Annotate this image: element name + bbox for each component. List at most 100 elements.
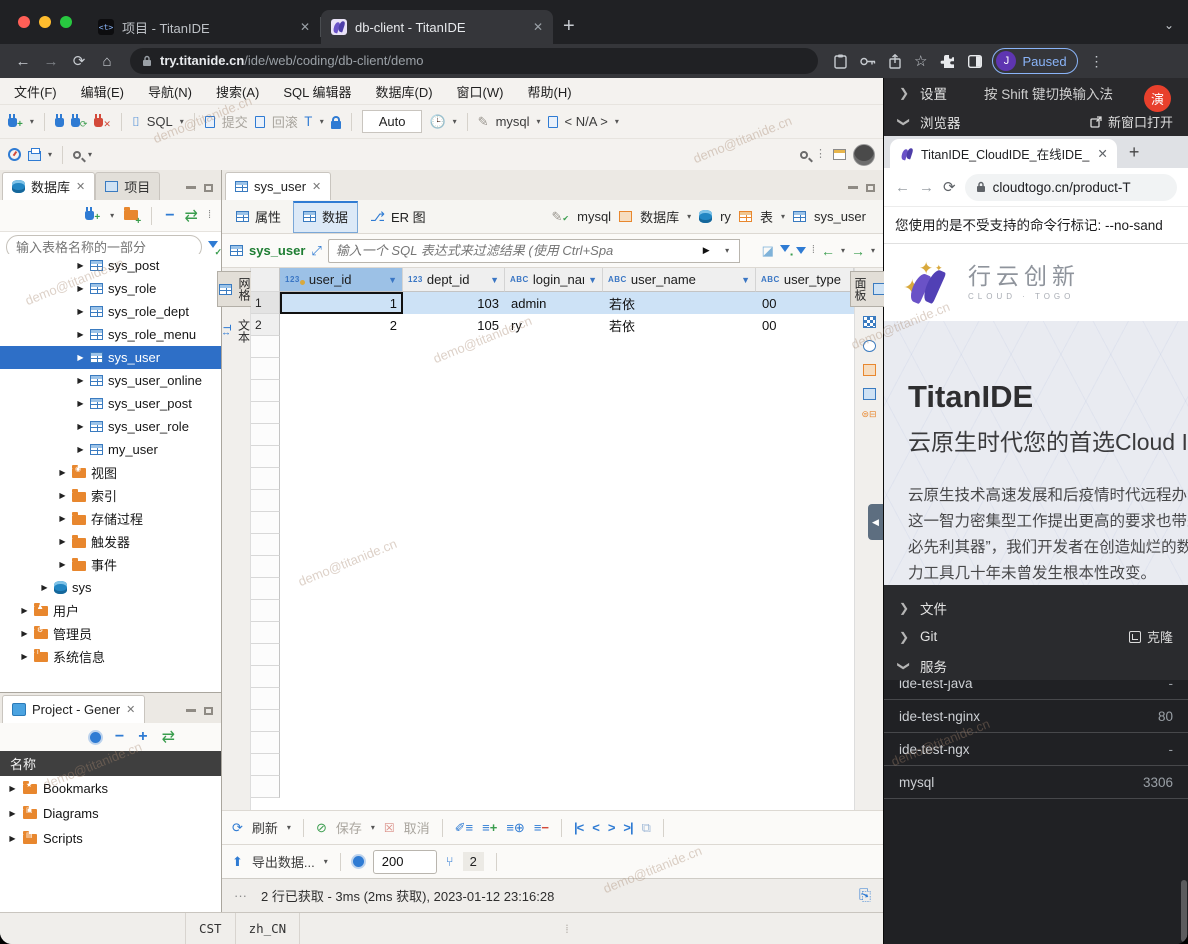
tab-databases[interactable]: 数据库 ✕ <box>2 172 95 200</box>
transaction-dropdown[interactable]: ▾ <box>320 117 324 126</box>
service-row[interactable]: mysql3306 <box>884 766 1188 799</box>
nav-forward-dropdown[interactable]: ▾ <box>871 246 875 255</box>
close-window-button[interactable] <box>18 16 30 28</box>
new-connection-icon[interactable]: + <box>85 207 100 225</box>
cell-user-id[interactable]: 1 <box>280 292 403 314</box>
sql-editor-button[interactable]: SQL <box>147 114 173 129</box>
menu-file[interactable]: 文件(F) <box>14 82 57 101</box>
column-header-dept-id[interactable]: 123dept_id▼ <box>403 268 505 292</box>
extensions-puzzle-icon[interactable] <box>940 54 955 69</box>
metadata-icon[interactable] <box>863 364 876 376</box>
expand-filter-icon[interactable]: ⤢ <box>311 244 321 257</box>
refresh-icon[interactable]: ⟳ <box>232 821 243 834</box>
search-dropdown[interactable]: ▾ <box>88 150 92 159</box>
tree-item[interactable]: ▶sys <box>0 576 221 599</box>
nav-back-dropdown[interactable]: ▾ <box>841 246 845 255</box>
refresh-button[interactable]: 刷新 <box>252 818 278 837</box>
maximize-view-icon[interactable] <box>204 184 213 192</box>
menu-database[interactable]: 数据库(D) <box>376 82 433 101</box>
tree-item[interactable]: ▶事件 <box>0 553 221 576</box>
maximize-view-icon[interactable] <box>866 184 875 192</box>
project-item-scripts[interactable]: ▶▤Scripts <box>0 826 221 851</box>
chrome-menu-icon[interactable]: ⋮ <box>1090 53 1105 70</box>
crumb-database-label[interactable]: 数据库 <box>640 207 679 226</box>
duplicate-row-icon[interactable]: ≡⊕ <box>506 821 524 834</box>
data-row-2[interactable]: 2 2 105 ry 若依 00 <box>251 314 854 336</box>
minimize-view-icon[interactable] <box>186 709 196 712</box>
tree-item[interactable]: ▶sys_user_post <box>0 392 221 415</box>
back-icon[interactable]: ← <box>10 53 36 70</box>
tree-item-selected[interactable]: ▶sys_user <box>0 346 221 369</box>
disconnect-icon[interactable]: ✕ <box>94 114 111 130</box>
menu-window[interactable]: 窗口(W) <box>457 82 504 101</box>
tab-grid-view[interactable]: 网格 <box>217 271 255 307</box>
demo-badge[interactable]: 演 <box>1144 85 1171 112</box>
commit-icon[interactable] <box>205 116 215 128</box>
new-tab-button[interactable]: + <box>1129 142 1140 163</box>
crumb-table-name[interactable]: sys_user <box>814 209 866 224</box>
apply-filter-icon[interactable]: ▶ <box>703 245 710 256</box>
tree-item[interactable]: ▶sys_role_menu <box>0 323 221 346</box>
print-dropdown[interactable]: ▾ <box>48 150 52 159</box>
new-connection-dropdown[interactable]: ▾ <box>30 117 34 126</box>
column-header-user-id[interactable]: 123user_id▼ <box>280 268 403 292</box>
active-schema[interactable]: < N/A > <box>565 114 608 129</box>
fetch-size-icon[interactable]: ⑂ <box>446 855 454 868</box>
tree-item[interactable]: ▶触发器 <box>0 530 221 553</box>
project-item-diagrams[interactable]: ▶▣Diagrams <box>0 801 221 826</box>
tab-project-general[interactable]: Project - Gener ✕ <box>2 695 145 723</box>
open-perspective-icon[interactable] <box>833 149 846 160</box>
dashboard-icon[interactable] <box>8 148 21 161</box>
add-row-icon[interactable]: ≡+ <box>482 821 497 834</box>
files-section-row[interactable]: ❯ 文件 <box>884 593 1188 622</box>
collapse-all-icon[interactable]: − <box>115 728 124 746</box>
reload-icon[interactable]: ⟳ <box>943 178 956 196</box>
tree-item[interactable]: ▶◉视图 <box>0 461 221 484</box>
subtab-er-diagram[interactable]: ⎇ER 图 <box>361 201 435 232</box>
home-icon[interactable]: ⌂ <box>94 53 120 70</box>
close-tab-icon[interactable]: ✕ <box>126 703 135 716</box>
column-header-user-type[interactable]: ABCuser_type <box>756 268 854 292</box>
cell-user-name[interactable]: 若依 <box>603 314 756 336</box>
print-icon[interactable] <box>28 151 41 161</box>
cell-login-name[interactable]: ry <box>505 314 603 336</box>
column-header-login-name[interactable]: ABClogin_name▼ <box>505 268 603 292</box>
browser-tab-project[interactable]: <t> 项目 - TitanIDE ✕ <box>88 10 320 44</box>
statusbar-grip-icon[interactable]: ⁞ <box>565 921 568 937</box>
datasource-dropdown[interactable]: ▾ <box>537 117 541 126</box>
tree-item[interactable]: ▶my_user <box>0 438 221 461</box>
save-button[interactable]: 保存 <box>336 818 362 837</box>
edit-cell-icon[interactable]: ✐≡ <box>455 821 473 834</box>
reload-icon[interactable]: ⟳ <box>66 52 92 70</box>
minimize-window-button[interactable] <box>39 16 51 28</box>
lock-icon[interactable] <box>331 121 341 129</box>
preview-address-bar[interactable]: cloudtogo.cn/product-T <box>965 174 1177 201</box>
project-item-bookmarks[interactable]: ▶★Bookmarks <box>0 776 221 801</box>
refresh-status-icon[interactable]: ⎘ <box>859 887 871 904</box>
quick-access-search-icon[interactable] <box>800 151 808 159</box>
commit-mode-button[interactable]: Auto <box>362 110 423 133</box>
tree-item[interactable]: ▶⚙管理员 <box>0 622 221 645</box>
menu-navigate[interactable]: 导航(N) <box>148 82 192 101</box>
save-dropdown[interactable]: ▾ <box>371 823 375 832</box>
export-button[interactable]: 导出数据... <box>252 852 315 871</box>
history-dropdown[interactable]: ▾ <box>453 117 457 126</box>
collapse-all-icon[interactable]: − <box>165 207 174 225</box>
last-row-icon[interactable]: >| <box>623 820 632 835</box>
sql-dropdown[interactable]: ▾ <box>180 117 184 126</box>
link-editor-icon[interactable]: ⇄ <box>185 206 198 226</box>
share-icon[interactable] <box>889 54 901 69</box>
menu-help[interactable]: 帮助(H) <box>527 82 571 101</box>
cell-dept-id[interactable]: 103 <box>403 292 505 314</box>
tree-item[interactable]: ▶sys_role_dept <box>0 300 221 323</box>
record-mode-icon[interactable] <box>863 340 876 352</box>
delete-row-icon[interactable]: ≡− <box>534 821 549 834</box>
crumb-table-label[interactable]: 表 <box>760 207 773 226</box>
nav-back-icon[interactable]: ← <box>821 243 835 259</box>
column-menu-icon[interactable]: ▼ <box>388 275 397 285</box>
traffic-lights[interactable] <box>18 16 72 28</box>
side-panel-icon[interactable] <box>968 55 982 68</box>
active-datasource[interactable]: mysql <box>496 114 530 129</box>
collapse-panel-handle[interactable]: ◀ <box>868 504 883 540</box>
tree-item[interactable]: ▶i系统信息 <box>0 645 221 668</box>
